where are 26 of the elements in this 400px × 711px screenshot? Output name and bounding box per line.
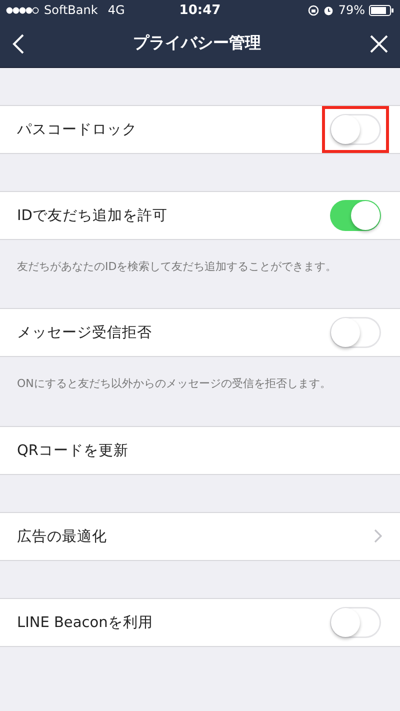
- alarm-icon: [323, 4, 334, 16]
- toggle-switch[interactable]: [330, 114, 381, 145]
- close-icon: [370, 34, 388, 52]
- setting-label: パスコードロック: [17, 121, 137, 139]
- rotation-lock-icon: [308, 4, 320, 16]
- back-icon: [12, 34, 24, 54]
- network-text: 4G: [108, 3, 125, 17]
- setting-label: QRコードを更新: [17, 442, 128, 460]
- page-title: プライバシー管理: [133, 33, 261, 54]
- setting-label: メッセージ受信拒否: [17, 324, 152, 342]
- toggle-switch[interactable]: [330, 317, 381, 348]
- chevron-right-icon: [374, 529, 382, 544]
- toggle-switch[interactable]: [330, 606, 381, 638]
- setting-description: ONにすると友だち以外からのメッセージの受信を拒否します。: [16, 376, 332, 392]
- setting-label: IDで友だち追加を許可: [17, 207, 168, 225]
- settings-row[interactable]: QRコードを更新: [0, 426, 400, 475]
- battery-percent: 79%: [338, 3, 365, 17]
- clock-text: 10:47: [179, 2, 221, 18]
- signal-icon: [6, 6, 40, 14]
- battery-icon: [369, 4, 394, 16]
- setting-label: 広告の最適化: [17, 528, 107, 546]
- setting-label: LINE Beaconを利用: [17, 614, 153, 632]
- settings-row[interactable]: 広告の最適化: [0, 512, 400, 561]
- toggle-switch[interactable]: [330, 200, 381, 231]
- carrier-text: SoftBank: [44, 3, 98, 17]
- setting-description: 友だちがあなたのIDを検索して友だち追加することができます。: [16, 259, 338, 275]
